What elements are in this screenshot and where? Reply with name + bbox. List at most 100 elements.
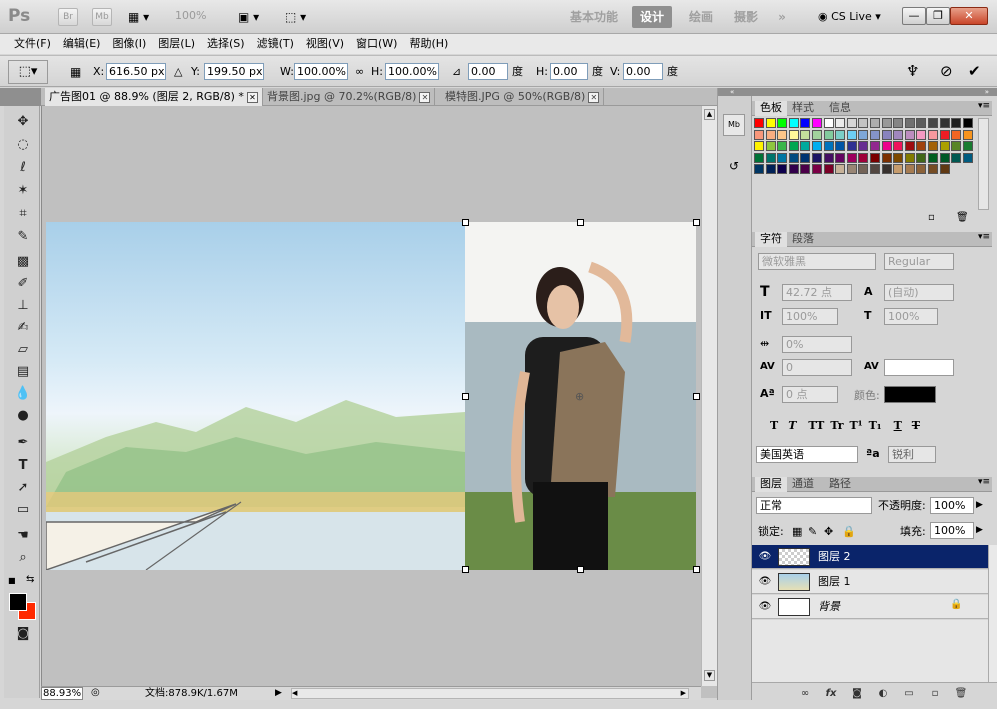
color-swatch[interactable] (916, 152, 927, 163)
tab-character[interactable]: 字符 (755, 232, 787, 247)
color-swatch[interactable] (846, 152, 857, 163)
horizontal-scale-field[interactable]: 100% (884, 308, 938, 325)
zoom-tool-icon[interactable]: ⌕ (12, 548, 34, 568)
dock-collapse[interactable]: » (752, 88, 997, 96)
magic-wand-tool-icon[interactable]: ✶ (12, 181, 34, 201)
layers-scrollbar[interactable] (988, 545, 997, 682)
bridge-button[interactable]: Br (58, 8, 78, 26)
lasso-tool-icon[interactable]: ℓ (12, 158, 34, 178)
blur-tool-icon[interactable]: 💧 (12, 384, 34, 404)
type-tool-icon[interactable]: T (12, 456, 34, 476)
color-swatch[interactable] (870, 118, 880, 128)
color-swatch[interactable] (881, 152, 892, 163)
color-swatch[interactable] (928, 129, 938, 140)
tab-paths[interactable]: 路径 (824, 477, 856, 492)
color-swatch[interactable] (823, 129, 834, 140)
close-tab-icon[interactable]: ✕ (419, 91, 431, 103)
color-swatch[interactable] (962, 118, 973, 128)
color-swatch[interactable] (846, 164, 857, 174)
color-swatch[interactable] (904, 152, 915, 163)
color-swatch[interactable] (788, 118, 799, 128)
color-swatch[interactable] (939, 118, 950, 128)
tab-info[interactable]: 信息 (824, 101, 856, 116)
eyedropper-tool-icon[interactable]: ✎ (12, 227, 34, 247)
panel-menu-icon[interactable]: ▾≡ (978, 101, 990, 111)
color-swatch[interactable] (962, 152, 973, 163)
lock-position-icon[interactable]: ✥ (824, 524, 833, 540)
color-swatch[interactable] (788, 152, 799, 163)
color-swatch[interactable] (881, 129, 892, 140)
color-swatch[interactable] (788, 141, 799, 151)
color-swatch[interactable] (765, 164, 776, 174)
layer-row-layer2[interactable]: 👁 图层 2 (752, 545, 988, 569)
transform-handle-bottom-right[interactable] (693, 566, 700, 573)
color-swatch[interactable] (916, 118, 927, 128)
scroll-up-icon[interactable]: ▲ (704, 109, 715, 120)
color-swatch[interactable] (754, 164, 764, 174)
path-selection-tool-icon[interactable]: ➚ (12, 478, 34, 498)
color-swatch[interactable] (788, 164, 799, 174)
menu-help[interactable]: 帮助(H) (403, 34, 454, 54)
color-swatch[interactable] (812, 118, 822, 128)
color-swatch[interactable] (928, 118, 938, 128)
color-swatch[interactable] (939, 129, 950, 140)
color-swatch[interactable] (823, 164, 834, 174)
color-swatch[interactable] (765, 118, 776, 128)
faux-bold-button[interactable]: T (770, 419, 778, 432)
relative-position-icon[interactable]: △ (174, 64, 182, 80)
menu-filter[interactable]: 滤镜(T) (251, 34, 300, 54)
strip-collapse[interactable]: « (718, 88, 752, 96)
minimize-button[interactable]: — (902, 7, 926, 25)
tab-layers[interactable]: 图层 (755, 477, 787, 492)
warp-mode-icon[interactable]: ♆ (906, 62, 919, 80)
y-position-field[interactable]: 199.50 px (204, 63, 264, 80)
color-swatch[interactable] (904, 129, 915, 140)
antialias-select[interactable]: 锐利 (888, 446, 936, 463)
color-swatch[interactable] (823, 152, 834, 163)
minibridge-panel-icon[interactable]: Mb (723, 114, 745, 136)
color-swatch[interactable] (800, 164, 811, 174)
marquee-tool-icon[interactable]: ◌ (12, 135, 34, 155)
more-workspaces-button[interactable]: » (772, 6, 792, 28)
tab-model-image[interactable]: 模特图.JPG @ 50%(RGB/8) ✕ (441, 88, 605, 106)
font-family-select[interactable]: 微软雅黑 (758, 253, 876, 270)
color-swatch[interactable] (962, 129, 973, 140)
color-swatch[interactable] (881, 118, 892, 128)
visibility-eye-icon[interactable]: 👁 (758, 600, 772, 614)
new-swatch-icon[interactable]: ▫ (928, 212, 935, 223)
color-swatch[interactable] (812, 129, 822, 140)
color-swatch[interactable] (951, 118, 962, 128)
menu-select[interactable]: 选择(S) (201, 34, 251, 54)
history-panel-icon[interactable]: ↺ (723, 156, 745, 178)
restore-button[interactable]: ❐ (926, 7, 950, 25)
fill-field[interactable]: 100% (930, 522, 974, 539)
menu-view[interactable]: 视图(V) (300, 34, 350, 54)
swatch-scrollbar[interactable] (978, 118, 989, 210)
blend-mode-select[interactable]: 正常 (756, 497, 872, 514)
healing-brush-tool-icon[interactable]: ▩ (12, 252, 34, 272)
scroll-down-icon[interactable]: ▼ (704, 670, 715, 681)
tool-preset-picker[interactable]: ⬚▾ (8, 60, 48, 84)
color-swatch[interactable] (777, 164, 788, 174)
color-swatch[interactable] (858, 141, 869, 151)
tab-ad-image[interactable]: 广告图01 @ 88.9% (图层 2, RGB/8) * ✕ (45, 88, 263, 106)
workspace-painting[interactable]: 绘画 (683, 6, 719, 28)
link-proportions-icon[interactable]: ∞ (355, 64, 364, 80)
lock-transparency-icon[interactable]: ▦ (792, 524, 802, 540)
cancel-transform-icon[interactable]: ⊘ (940, 62, 953, 80)
layer-mask-icon[interactable]: ◙ (850, 687, 864, 701)
baseline-shift-field[interactable]: 0 点 (782, 386, 838, 403)
transform-center-icon[interactable]: ⊕ (575, 390, 584, 403)
panel-menu-icon[interactable]: ▾≡ (978, 232, 990, 242)
color-swatch[interactable] (951, 129, 962, 140)
swatch-grid[interactable] (754, 118, 976, 202)
color-swatch[interactable] (777, 152, 788, 163)
height-scale-field[interactable]: 100.00% (385, 63, 439, 80)
lock-all-icon[interactable]: 🔒 (842, 524, 856, 540)
color-swatch[interactable] (881, 141, 892, 151)
color-swatch[interactable] (881, 164, 892, 174)
adjustment-layer-icon[interactable]: ◐ (876, 687, 890, 701)
delete-swatch-icon[interactable]: 🗑 (956, 212, 969, 223)
layer-style-icon[interactable]: fx (824, 687, 838, 701)
tab-channels[interactable]: 通道 (787, 477, 819, 492)
